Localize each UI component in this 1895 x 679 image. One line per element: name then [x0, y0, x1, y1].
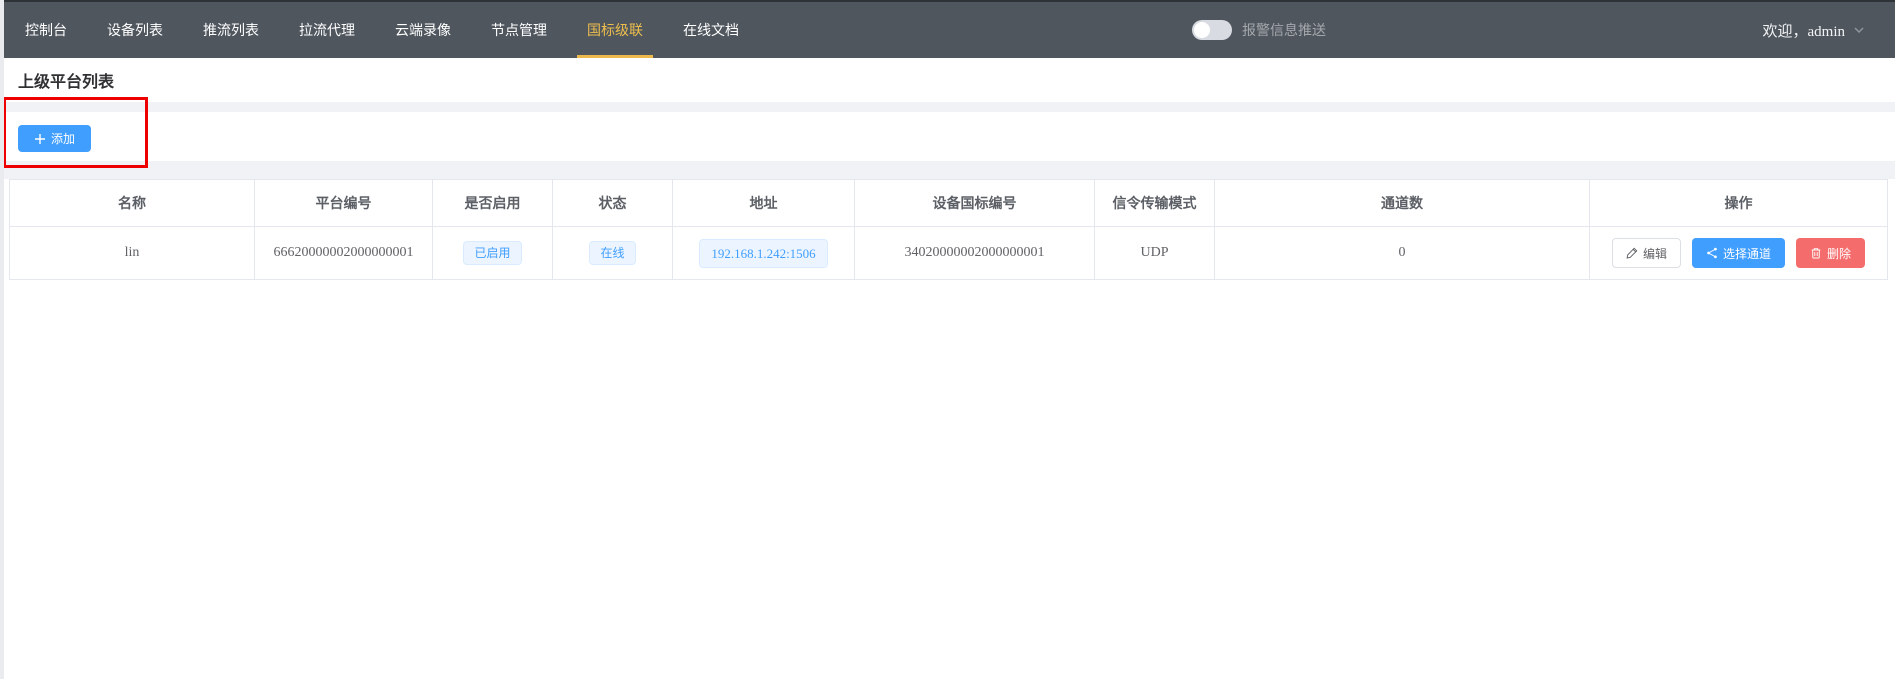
nav-item-gb-cascade[interactable]: 国标级联 [567, 2, 663, 58]
platform-table: 名称 平台编号 是否启用 状态 地址 设备国标编号 信令传输模式 通道数 操作 … [9, 179, 1888, 280]
page-title: 上级平台列表 [18, 68, 114, 92]
toggle-knob [1194, 22, 1210, 38]
nav-item-cloud-record[interactable]: 云端录像 [375, 2, 471, 58]
cell-enabled: 已启用 [433, 227, 553, 280]
welcome-text: 欢迎，admin [1763, 20, 1846, 41]
col-header-actions: 操作 [1590, 180, 1888, 227]
col-header-name: 名称 [10, 180, 255, 227]
cell-status: 在线 [553, 227, 673, 280]
add-button-label: 添加 [51, 130, 75, 147]
col-header-status: 状态 [553, 180, 673, 227]
col-header-gb-id: 设备国标编号 [855, 180, 1095, 227]
pencil-icon [1626, 247, 1638, 259]
col-header-transport: 信令传输模式 [1095, 180, 1215, 227]
cell-name: lin [10, 227, 255, 280]
platform-table-container: 名称 平台编号 是否启用 状态 地址 设备国标编号 信令传输模式 通道数 操作 … [9, 179, 1887, 280]
col-header-address: 地址 [673, 180, 855, 227]
select-channel-label: 选择通道 [1723, 245, 1771, 262]
plus-icon [34, 133, 46, 145]
user-menu[interactable]: 欢迎，admin [1763, 2, 1866, 58]
add-button[interactable]: 添加 [18, 125, 91, 152]
action-buttons: 编辑 选择通道 [1596, 238, 1881, 268]
alarm-push-toggle[interactable] [1192, 20, 1232, 40]
col-header-channels: 通道数 [1215, 180, 1590, 227]
cell-actions: 编辑 选择通道 [1590, 227, 1888, 280]
nav-item-push-list[interactable]: 推流列表 [183, 2, 279, 58]
chevron-down-icon [1853, 24, 1865, 36]
edit-button[interactable]: 编辑 [1612, 238, 1681, 268]
delete-button-label: 删除 [1827, 245, 1851, 262]
nav-item-console[interactable]: 控制台 [5, 2, 87, 58]
alarm-push-label: 报警信息推送 [1242, 20, 1326, 40]
edit-button-label: 编辑 [1643, 245, 1667, 262]
enabled-badge: 已启用 [463, 241, 521, 265]
cell-platform-id: 66620000002000000001 [255, 227, 433, 280]
col-header-platform-id: 平台编号 [255, 180, 433, 227]
nav-menu: 控制台 设备列表 推流列表 拉流代理 云端录像 节点管理 国标级联 在线文档 [5, 2, 759, 58]
delete-button[interactable]: 删除 [1796, 238, 1865, 268]
col-header-enabled: 是否启用 [433, 180, 553, 227]
toolbar: 添加 [0, 112, 1895, 161]
cell-gb-id: 34020000002000000001 [855, 227, 1095, 280]
nav-item-device-list[interactable]: 设备列表 [87, 2, 183, 58]
nav-item-online-docs[interactable]: 在线文档 [663, 2, 759, 58]
top-navbar: 控制台 设备列表 推流列表 拉流代理 云端录像 节点管理 国标级联 在线文档 报… [0, 0, 1895, 58]
divider-band [0, 102, 1895, 112]
divider-band [0, 161, 1895, 179]
share-icon [1706, 247, 1718, 259]
select-channel-button[interactable]: 选择通道 [1692, 238, 1785, 268]
status-badge: 在线 [589, 241, 635, 265]
title-band: 上级平台列表 [0, 58, 1895, 102]
cell-address: 192.168.1.242:1506 [673, 227, 855, 280]
address-tag: 192.168.1.242:1506 [699, 239, 827, 268]
trash-icon [1810, 247, 1822, 259]
cell-transport: UDP [1095, 227, 1215, 280]
cell-channels: 0 [1215, 227, 1590, 280]
table-row: lin 66620000002000000001 已启用 在线 192.168.… [10, 227, 1888, 280]
table-header-row: 名称 平台编号 是否启用 状态 地址 设备国标编号 信令传输模式 通道数 操作 [10, 180, 1888, 227]
nav-item-pull-proxy[interactable]: 拉流代理 [279, 2, 375, 58]
window-edge [0, 0, 4, 679]
nav-item-node-manage[interactable]: 节点管理 [471, 2, 567, 58]
alarm-push-toggle-group: 报警信息推送 [1192, 2, 1326, 58]
